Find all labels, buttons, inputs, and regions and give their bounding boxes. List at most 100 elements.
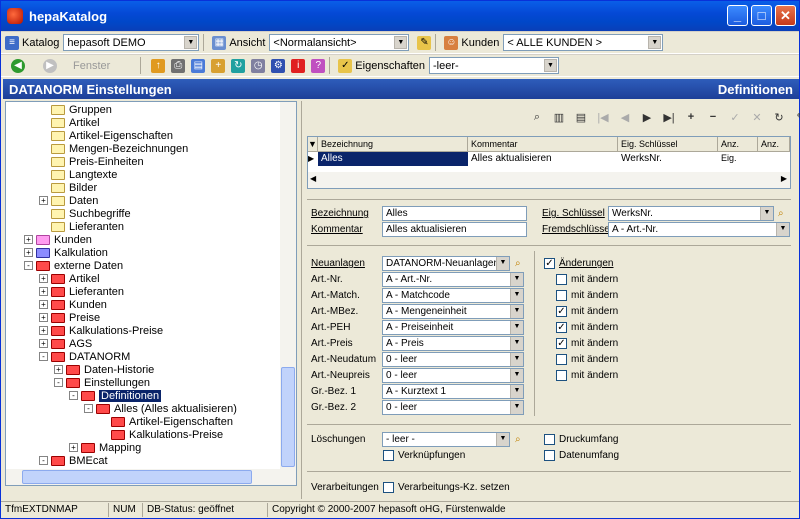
- tree-item[interactable]: Lieferanten: [39, 220, 124, 233]
- mit-aendern-checkbox[interactable]: [556, 370, 567, 381]
- chevron-down-icon[interactable]: ▼: [760, 207, 773, 220]
- fremdschluessel-select[interactable]: A - Art.-Nr. ▼: [608, 222, 790, 237]
- clock-icon[interactable]: ◷: [251, 58, 266, 73]
- chevron-down-icon[interactable]: ▼: [510, 337, 523, 350]
- table-cell[interactable]: Alles aktualisieren: [468, 152, 618, 166]
- print-icon[interactable]: ⎙: [171, 58, 186, 73]
- next-record-icon[interactable]: ▶: [639, 109, 655, 125]
- column-header-kommentar[interactable]: Kommentar: [468, 137, 618, 152]
- tree-item[interactable]: Preis-Einheiten: [39, 155, 144, 168]
- field-select[interactable]: DATANORM-Neuanlagen ▼: [382, 256, 510, 271]
- definitions-grid[interactable]: ▼ Bezeichnung Kommentar Eig. Schlüssel A…: [307, 136, 791, 189]
- expand-toggle-icon[interactable]: +: [39, 300, 48, 309]
- tree-item[interactable]: Langtexte: [39, 168, 117, 181]
- datenumfang-checkbox[interactable]: [544, 450, 555, 461]
- expand-toggle-icon[interactable]: +: [39, 326, 48, 335]
- column-header-eig-schluessel[interactable]: Eig. Schlüssel: [618, 137, 718, 152]
- tree-item[interactable]: + Kunden: [39, 298, 107, 311]
- table-cell[interactable]: WerksNr.: [618, 152, 718, 166]
- field-select[interactable]: A - Preiseinheit ▼: [382, 320, 524, 335]
- field-select[interactable]: 0 - leer ▼: [382, 368, 524, 383]
- up-arrow-icon[interactable]: ↑: [151, 58, 166, 73]
- scrollbar-thumb[interactable]: [22, 470, 252, 484]
- tree-item[interactable]: + Lieferanten: [39, 285, 124, 298]
- expand-toggle-icon[interactable]: -: [84, 404, 93, 413]
- chevron-down-icon[interactable]: ▼: [394, 36, 408, 49]
- expand-toggle-icon[interactable]: -: [39, 352, 48, 361]
- mit-aendern-checkbox[interactable]: [556, 290, 567, 301]
- expand-toggle-icon[interactable]: +: [39, 339, 48, 348]
- tree-item[interactable]: Artikel: [39, 116, 100, 129]
- expand-toggle-icon[interactable]: -: [24, 261, 33, 270]
- ansicht-select[interactable]: <Normalansicht> ▼: [269, 34, 410, 51]
- expand-toggle-icon[interactable]: +: [39, 274, 48, 283]
- document-icon[interactable]: ▤: [191, 58, 206, 73]
- kommentar-field[interactable]: Alles aktualisieren: [382, 222, 527, 237]
- field-select[interactable]: A - Mengeneinheit ▼: [382, 304, 524, 319]
- expand-toggle-icon[interactable]: +: [24, 235, 33, 244]
- scrollbar-thumb[interactable]: [281, 367, 295, 467]
- tree-item[interactable]: Bilder: [39, 181, 97, 194]
- katalog-select[interactable]: hepasoft DEMO ▼: [63, 34, 200, 51]
- chevron-down-icon[interactable]: ▼: [510, 401, 523, 414]
- tree-item[interactable]: + Kalkulation: [24, 246, 108, 259]
- search-icon[interactable]: ⌕: [529, 109, 545, 125]
- chevron-down-icon[interactable]: ▼: [496, 257, 509, 270]
- cancel-icon[interactable]: ✕: [749, 109, 765, 125]
- eigenschaften-select[interactable]: -leer- ▼: [429, 57, 560, 74]
- new-folder-icon[interactable]: +: [211, 58, 226, 73]
- tree-item[interactable]: Artikel-Eigenschaften: [39, 129, 173, 142]
- settings-icon[interactable]: ⚙: [271, 58, 286, 73]
- navigation-tree[interactable]: Gruppen Artikel Artikel-Eigenschaften Menge…: [5, 101, 297, 486]
- first-record-icon[interactable]: |◀: [595, 109, 611, 125]
- chevron-down-icon[interactable]: ▼: [648, 36, 662, 49]
- chevron-down-icon[interactable]: ▼: [510, 369, 523, 382]
- grid-horizontal-scrollbar[interactable]: ◀ ▶: [308, 172, 790, 188]
- tree-item[interactable]: Kalkulations-Preise: [99, 428, 223, 441]
- delete-record-icon[interactable]: −: [705, 109, 721, 125]
- chevron-down-icon[interactable]: ▼: [510, 289, 523, 302]
- tree-item[interactable]: - BMEcat: [39, 454, 108, 467]
- verarbeitungs-kz-checkbox[interactable]: [383, 482, 394, 493]
- tree-item[interactable]: + Preise: [39, 311, 100, 324]
- filter-icon[interactable]: ▤: [573, 109, 589, 125]
- minimize-button[interactable]: _: [727, 5, 748, 26]
- chevron-down-icon[interactable]: ▼: [510, 353, 523, 366]
- last-record-icon[interactable]: ▶|: [661, 109, 677, 125]
- tree-item[interactable]: - Einstellungen: [54, 376, 150, 389]
- lookup-icon[interactable]: ⌕: [778, 208, 784, 219]
- expand-toggle-icon[interactable]: +: [24, 248, 33, 257]
- fenster-menu[interactable]: Fenster: [73, 60, 110, 72]
- bezeichnung-field[interactable]: Alles: [382, 206, 527, 221]
- field-select[interactable]: 0 - leer ▼: [382, 400, 524, 415]
- field-select[interactable]: A - Matchcode ▼: [382, 288, 524, 303]
- view-settings-icon[interactable]: ✎: [417, 35, 432, 50]
- expand-toggle-icon[interactable]: -: [69, 391, 78, 400]
- column-header-anz-eig[interactable]: Anz. Eig.: [718, 137, 758, 163]
- post-icon[interactable]: ✓: [727, 109, 743, 125]
- prev-record-icon[interactable]: ◀: [617, 109, 633, 125]
- mit-aendern-checkbox[interactable]: ✓: [556, 338, 567, 349]
- edit-icon[interactable]: ✎: [793, 109, 800, 125]
- chevron-down-icon[interactable]: ▼: [544, 59, 558, 72]
- chevron-down-icon[interactable]: ▼: [510, 273, 523, 286]
- scroll-left-icon[interactable]: ◀: [310, 174, 316, 183]
- eig-schluessel-select[interactable]: WerksNr. ▼: [608, 206, 774, 221]
- tree-item[interactable]: + Daten: [39, 194, 98, 207]
- field-select[interactable]: A - Art.-Nr. ▼: [382, 272, 524, 287]
- column-header-bezeichnung[interactable]: Bezeichnung: [318, 137, 468, 152]
- kunden-select[interactable]: < ALLE KUNDEN > ▼: [503, 34, 664, 51]
- refresh-record-icon[interactable]: ↻: [771, 109, 787, 125]
- tree-vertical-scrollbar[interactable]: [280, 102, 296, 485]
- tree-item[interactable]: Gruppen: [39, 103, 112, 116]
- help-icon[interactable]: ?: [311, 58, 326, 73]
- expand-toggle-icon[interactable]: +: [54, 365, 63, 374]
- tree-item[interactable]: - externe Daten: [24, 259, 123, 272]
- tree-item[interactable]: + Kalkulations-Preise: [39, 324, 163, 337]
- expand-toggle-icon[interactable]: +: [39, 313, 48, 322]
- tree-item[interactable]: - Definitionen: [69, 389, 162, 402]
- verknuepfungen-checkbox[interactable]: [383, 450, 394, 461]
- mit-aendern-checkbox[interactable]: ✓: [556, 306, 567, 317]
- tree-item[interactable]: + Artikel: [39, 272, 100, 285]
- mit-aendern-checkbox[interactable]: ✓: [556, 322, 567, 333]
